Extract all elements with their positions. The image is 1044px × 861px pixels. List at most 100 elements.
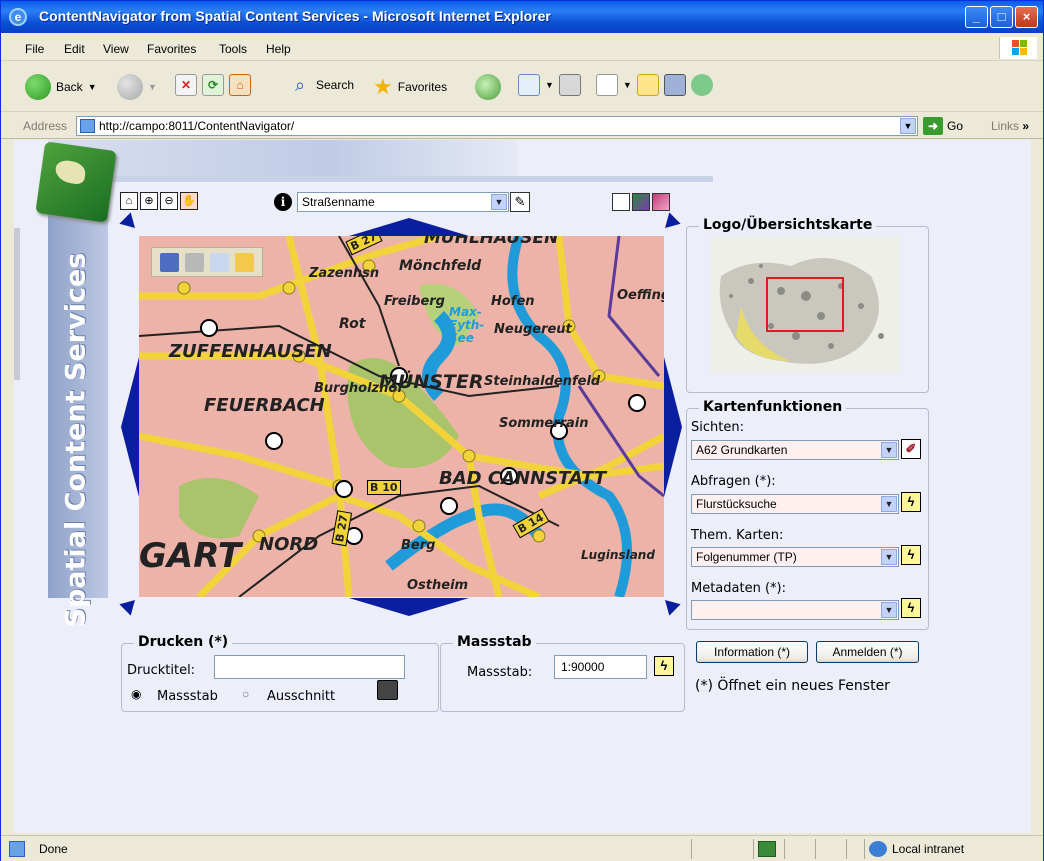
search-type-select[interactable]: Straßenname ▼ [297, 192, 509, 212]
metadaten-dropdown-icon[interactable]: ▼ [881, 602, 897, 618]
menu-edit[interactable]: Edit [64, 42, 85, 56]
layers-icon[interactable] [632, 193, 650, 211]
edit-dropdown-icon[interactable]: ▼ [623, 80, 632, 90]
legend-icon[interactable] [612, 193, 630, 211]
pan-hand-icon[interactable]: ✋ [180, 192, 198, 210]
map-label: MÜHLHAUSEN [424, 236, 559, 248]
massstab-input[interactable] [554, 655, 647, 679]
pan-west-icon[interactable] [121, 357, 139, 497]
print-icon[interactable] [558, 74, 581, 96]
overview-legend: Logo/Übersichtskarte [699, 217, 877, 233]
map-label: Max-Eyth-See [449, 305, 485, 345]
go-button[interactable]: ➜ Go [923, 117, 963, 135]
menu-favorites[interactable]: Favorites [147, 42, 196, 56]
mail-dropdown-icon[interactable]: ▼ [545, 80, 554, 90]
pan-northeast-icon[interactable] [659, 212, 681, 234]
brush-icon[interactable]: ✐ [901, 439, 921, 459]
pencil-icon[interactable]: ✎ [510, 192, 530, 212]
anmelden-button[interactable]: Anmelden (*) [816, 641, 919, 663]
drucktitel-input[interactable] [214, 655, 405, 679]
header-banner-line [48, 176, 713, 182]
sichten-select[interactable]: A62 Grundkarten ▼ [691, 440, 899, 460]
refresh-icon[interactable]: ⟳ [202, 74, 224, 96]
abfragen-dropdown-icon[interactable]: ▼ [881, 496, 897, 512]
lightning-icon[interactable]: ϟ [654, 656, 674, 676]
minimize-button[interactable]: _ [965, 6, 988, 28]
them-karten-select[interactable]: Folgenummer (TP) ▼ [691, 547, 899, 567]
information-button[interactable]: Information (*) [696, 641, 808, 663]
metadaten-select[interactable]: ▼ [691, 600, 899, 620]
favorites-button-label[interactable]: Favorites [398, 80, 447, 94]
back-dropdown-icon[interactable]: ▼ [88, 82, 97, 92]
mail-icon[interactable] [518, 74, 540, 96]
address-bar: Address http://campo:8011/ContentNavigat… [1, 113, 1043, 139]
address-input[interactable]: http://campo:8011/ContentNavigator/ ▼ [76, 116, 918, 136]
forward-dropdown-icon[interactable]: ▼ [148, 82, 157, 92]
forward-arrow-icon[interactable] [117, 74, 143, 100]
zoom-in-icon[interactable]: ⊕ [140, 192, 158, 210]
search-type-dropdown-icon[interactable]: ▼ [491, 194, 507, 210]
abfragen-select[interactable]: Flurstücksuche ▼ [691, 494, 899, 514]
zone-text: Local intranet [892, 842, 965, 856]
pan-north-icon[interactable] [349, 218, 469, 236]
popup-blocker-icon[interactable] [758, 841, 776, 857]
printer-icon[interactable] [377, 680, 398, 700]
info-icon[interactable]: i [274, 193, 292, 211]
map-label: Burgholzhof [314, 381, 403, 396]
back-arrow-icon[interactable] [25, 74, 51, 100]
stop-icon[interactable]: ✕ [175, 74, 197, 96]
research-icon[interactable] [663, 74, 686, 96]
discuss-icon[interactable] [636, 74, 659, 96]
search-button-label[interactable]: Search [316, 78, 354, 92]
map-label: Sommerrain [499, 416, 589, 431]
map-right-tools [612, 193, 670, 211]
favorites-star-icon[interactable]: ★ [373, 74, 393, 100]
email-map-icon[interactable] [210, 253, 229, 272]
pan-northwest-icon[interactable] [119, 212, 141, 234]
back-button-label[interactable]: Back [56, 80, 83, 94]
history-icon[interactable] [475, 74, 501, 100]
menu-tools[interactable]: Tools [219, 42, 247, 56]
map-view[interactable]: MÜHLHAUSEN Zazenhsn Mönchfeld Freiberg H… [139, 236, 664, 597]
pan-east-icon[interactable] [664, 357, 682, 497]
map-label: GART [139, 536, 242, 576]
bookmark-icon[interactable] [652, 193, 670, 211]
address-label: Address [23, 119, 68, 133]
address-url[interactable]: http://campo:8011/ContentNavigator/ [99, 119, 294, 133]
radio-ausschnitt-label[interactable]: Ausschnitt [267, 689, 335, 704]
go-label[interactable]: Go [947, 119, 963, 133]
radio-massstab-label[interactable]: Massstab [157, 689, 218, 704]
map-label: BAD CANNSTATT [439, 468, 607, 489]
messenger-icon[interactable] [690, 74, 713, 96]
lightning-icon[interactable]: ϟ [901, 492, 921, 512]
lightning-icon[interactable]: ϟ [901, 545, 921, 565]
close-button[interactable]: × [1015, 6, 1038, 28]
menu-help[interactable]: Help [266, 42, 291, 56]
search-icon[interactable]: ⌕ [289, 74, 311, 96]
pan-southeast-icon[interactable] [659, 594, 681, 616]
go-arrow-icon[interactable]: ➜ [923, 117, 943, 135]
radio-massstab[interactable]: ◉ [131, 687, 141, 701]
overview-map[interactable] [711, 236, 899, 373]
menu-file[interactable]: File [25, 42, 44, 56]
print-map-icon[interactable] [185, 253, 204, 272]
home-icon[interactable]: ⌂ [229, 74, 251, 96]
save-icon[interactable] [160, 253, 179, 272]
export-icon[interactable] [235, 253, 254, 272]
pan-southwest-icon[interactable] [119, 594, 141, 616]
address-dropdown-icon[interactable]: ▼ [900, 118, 916, 134]
pan-south-icon[interactable] [349, 598, 469, 616]
menu-view[interactable]: View [103, 42, 129, 56]
links-label[interactable]: Links » [991, 119, 1029, 133]
home-map-icon[interactable]: ⌂ [120, 192, 138, 210]
status-separator [815, 839, 816, 859]
sichten-dropdown-icon[interactable]: ▼ [881, 442, 897, 458]
radio-ausschnitt[interactable]: ○ [242, 687, 249, 701]
lightning-icon[interactable]: ϟ [901, 598, 921, 618]
zoom-out-icon[interactable]: ⊖ [160, 192, 178, 210]
maximize-button[interactable]: □ [990, 6, 1013, 28]
edit-word-icon[interactable] [595, 74, 618, 96]
status-separator [784, 839, 785, 859]
map-label: Rot [339, 316, 366, 332]
them-karten-dropdown-icon[interactable]: ▼ [881, 549, 897, 565]
